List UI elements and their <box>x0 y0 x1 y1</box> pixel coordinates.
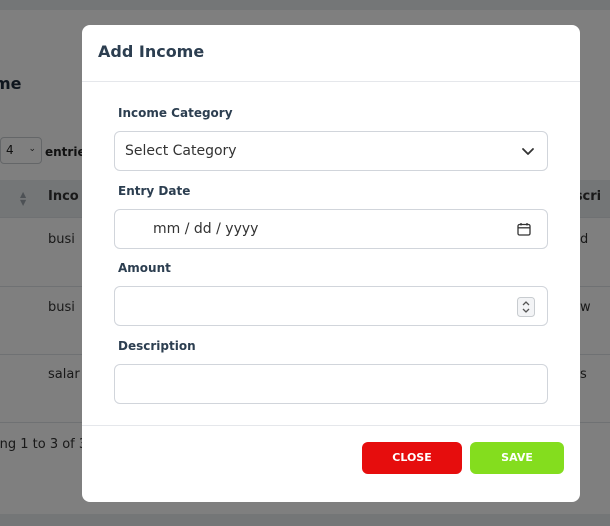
income-category-value: Select Category <box>125 143 237 159</box>
amount-label: Amount <box>118 261 171 275</box>
entry-date-label: Entry Date <box>118 184 191 198</box>
modal-header: Add Income <box>82 25 580 82</box>
modal-body: Income Category Select Category Entry Da… <box>82 82 580 425</box>
close-button[interactable]: CLOSE <box>362 442 462 474</box>
income-category-label: Income Category <box>118 106 233 120</box>
description-input[interactable] <box>114 364 548 404</box>
modal-title: Add Income <box>98 42 205 61</box>
modal-footer: CLOSE SAVE <box>82 425 580 502</box>
description-label: Description <box>118 339 196 353</box>
number-spinner-icon[interactable] <box>517 297 535 317</box>
save-button[interactable]: SAVE <box>470 442 564 474</box>
income-category-select[interactable]: Select Category <box>114 131 548 171</box>
chevron-down-icon <box>522 148 534 155</box>
entry-date-placeholder: mm / dd / yyyy <box>153 221 259 237</box>
amount-input[interactable] <box>114 286 548 326</box>
add-income-modal: Add Income Income Category Select Catego… <box>82 25 580 502</box>
calendar-icon[interactable] <box>517 222 531 236</box>
entry-date-input[interactable]: mm / dd / yyyy <box>114 209 548 249</box>
